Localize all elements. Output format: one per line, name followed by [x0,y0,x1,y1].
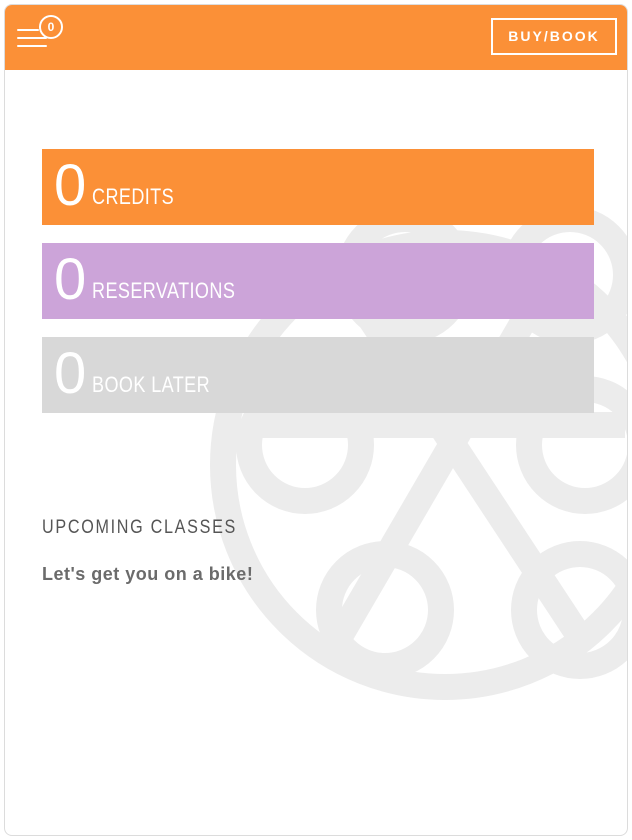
app-frame: 0 BUY/BOOK 0 CREDITS 0 RESERVATIONS 0 BO… [4,4,628,836]
menu-icon-line [17,37,47,39]
menu-icon-line [17,45,47,47]
upcoming-empty-message: Let's get you on a bike! [42,564,254,584]
credits-label: CREDITS [92,184,175,209]
menu-badge: 0 [39,15,63,39]
credits-count: 0 [54,153,88,218]
credits-card[interactable]: 0 CREDITS [42,149,594,225]
bike-wheel-watermark-icon [210,206,627,700]
book-later-label: BOOK LATER [92,372,211,397]
menu-icon [17,29,39,31]
app-header: 0 BUY/BOOK [5,5,627,70]
menu-button[interactable]: 0 [17,15,69,51]
buy-book-button[interactable]: BUY/BOOK [491,18,617,55]
reservations-label: RESERVATIONS [92,278,236,303]
reservations-card[interactable]: 0 RESERVATIONS [42,243,594,319]
reservations-count: 0 [54,247,88,312]
book-later-count: 0 [54,341,88,406]
book-later-card[interactable]: 0 BOOK LATER [42,337,594,413]
upcoming-classes-heading: UPCOMING CLASSES [42,517,238,538]
